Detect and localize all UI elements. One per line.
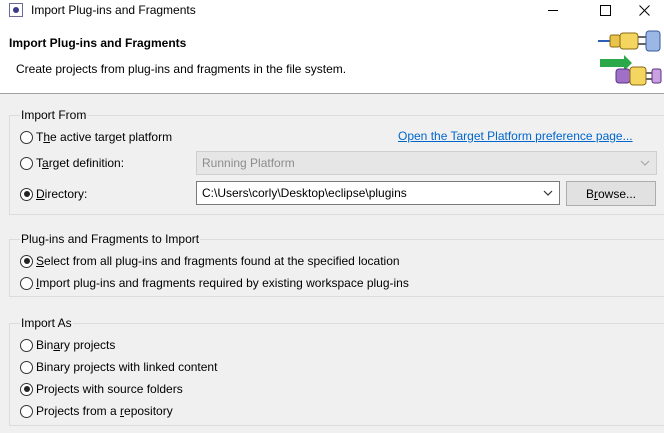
directory-combo[interactable]: C:\Users\corly\Desktop\eclipse\plugins [196, 181, 560, 205]
radio-active-target-platform[interactable]: The active target platform [20, 129, 172, 145]
chevron-down-icon[interactable] [543, 188, 553, 198]
option-label: Binary projects [36, 338, 116, 352]
radio-button[interactable] [20, 382, 33, 396]
option-label: Projects from a repository [36, 404, 173, 418]
radio-button[interactable] [20, 404, 33, 418]
browse-label: Browse... [585, 186, 637, 201]
directory-value[interactable]: C:\Users\corly\Desktop\eclipse\plugins [202, 186, 407, 200]
import-from-label: Import From [20, 108, 88, 122]
radio-projects-from-repository[interactable]: Projects from a repository [20, 403, 173, 419]
radio-button[interactable] [20, 156, 33, 170]
maximize-button[interactable] [582, 0, 628, 21]
target-definition-dropdown: Running Platform [196, 151, 657, 175]
option-label: Projects with source folders [36, 382, 183, 396]
radio-directory[interactable]: Directory: [20, 186, 87, 202]
radio-binary-projects-linked[interactable]: Binary projects with linked content [20, 359, 217, 375]
radio-button[interactable] [20, 130, 33, 144]
option-label: Directory: [36, 187, 88, 201]
option-label: Target definition: [36, 156, 125, 170]
radio-button[interactable] [20, 276, 33, 290]
radio-button[interactable] [20, 187, 33, 201]
option-label: Import plug-ins and fragments required b… [36, 276, 409, 290]
eclipse-icon [9, 3, 23, 17]
browse-button[interactable]: Browse... [566, 181, 656, 206]
chevron-down-icon [640, 160, 650, 166]
target-platform-preference-link[interactable]: Open the Target Platform preference page… [398, 129, 633, 143]
close-button[interactable] [624, 0, 664, 21]
import-as-label: Import As [20, 316, 73, 330]
radio-button[interactable] [20, 338, 33, 352]
radio-button[interactable] [20, 360, 33, 374]
plugin-import-icon [598, 30, 662, 86]
window-title: Import Plug-ins and Fragments [31, 3, 196, 17]
close-icon [638, 5, 650, 16]
option-label: Binary projects with linked content [36, 360, 218, 374]
radio-select-all-plugins[interactable]: Select from all plug-ins and fragments f… [20, 253, 400, 269]
radio-projects-source-folders[interactable]: Projects with source folders [20, 381, 183, 397]
minimize-icon [547, 10, 558, 11]
minimize-button[interactable] [530, 0, 576, 21]
page-description: Create projects from plug-ins and fragme… [16, 62, 347, 76]
page-title: Import Plug-ins and Fragments [9, 36, 187, 50]
target-definition-value: Running Platform [202, 156, 295, 170]
title-bar: Import Plug-ins and Fragments [0, 0, 664, 21]
radio-binary-projects[interactable]: Binary projects [20, 337, 115, 353]
option-label: The active target platform [36, 130, 173, 144]
wizard-header: Import Plug-ins and Fragments Create pro… [0, 21, 664, 94]
maximize-icon [599, 5, 611, 16]
radio-import-required-plugins[interactable]: Import plug-ins and fragments required b… [20, 275, 409, 291]
option-label: Select from all plug-ins and fragments f… [36, 254, 400, 268]
radio-target-definition[interactable]: Target definition: [20, 155, 124, 171]
plugins-to-import-label: Plug-ins and Fragments to Import [20, 232, 201, 246]
radio-button[interactable] [20, 254, 33, 268]
